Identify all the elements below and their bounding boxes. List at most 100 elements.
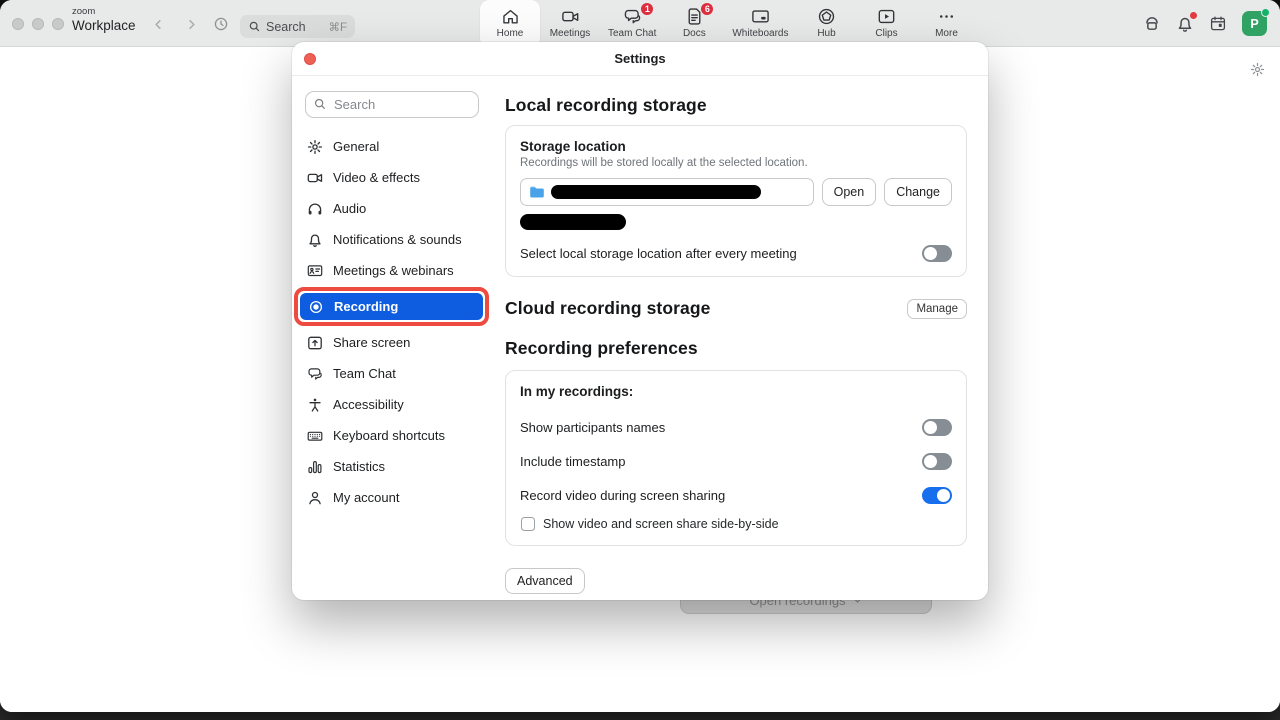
include-timestamp-label: Include timestamp	[520, 454, 626, 469]
select-location-label: Select local storage location after ever…	[520, 246, 797, 261]
settings-dialog: Settings General Video & effects	[292, 42, 988, 600]
zoom-window-button[interactable]	[52, 18, 64, 30]
chevron-right-icon	[184, 17, 199, 32]
brand-zoom: zoom	[72, 7, 136, 17]
show-participants-names-label: Show participants names	[520, 420, 665, 435]
bar-chart-icon	[307, 459, 323, 475]
storage-location-card: Storage location Recordings will be stor…	[505, 125, 967, 277]
calendar-button[interactable]	[1209, 15, 1227, 33]
history-button[interactable]	[211, 14, 231, 34]
side-by-side-label: Show video and screen share side-by-side	[543, 517, 779, 531]
settings-nav-accessibility[interactable]: Accessibility	[305, 389, 497, 420]
tab-more[interactable]: More	[917, 0, 977, 47]
settings-nav-meetings-webinars[interactable]: Meetings & webinars	[305, 255, 497, 286]
nav-label: Accessibility	[333, 397, 404, 412]
settings-sidebar: General Video & effects Audio Notificati…	[292, 77, 497, 600]
settings-nav-recording[interactable]: Recording	[300, 293, 483, 320]
notification-dot	[1190, 12, 1197, 19]
bell-icon	[307, 232, 323, 248]
global-search[interactable]: Search ⌘F	[240, 15, 355, 38]
nav-label: Meetings & webinars	[333, 263, 454, 278]
recording-preferences-card: In my recordings: Show participants name…	[505, 370, 967, 546]
settings-nav-notifications[interactable]: Notifications & sounds	[305, 224, 497, 255]
clips-icon	[877, 5, 896, 27]
tab-clips[interactable]: Clips	[857, 0, 917, 47]
screen: zoom Workplace Search ⌘F Home	[0, 0, 1280, 720]
tab-home[interactable]: Home	[480, 0, 540, 47]
nav-label: General	[333, 139, 379, 154]
side-by-side-checkbox[interactable]	[521, 517, 535, 531]
tab-label: Meetings	[550, 28, 591, 39]
settings-nav-share-screen[interactable]: Share screen	[305, 327, 497, 358]
team-chat-badge: 1	[640, 2, 654, 16]
manage-button[interactable]: Manage	[907, 299, 967, 319]
settings-nav: General Video & effects Audio Notificati…	[305, 131, 497, 513]
device-button[interactable]	[1143, 15, 1161, 33]
settings-nav-team-chat[interactable]: Team Chat	[305, 358, 497, 389]
nav-label: Statistics	[333, 459, 385, 474]
storage-path-field[interactable]	[520, 178, 814, 206]
tab-label: Docs	[683, 28, 706, 39]
tab-team-chat[interactable]: 1 Team Chat	[600, 0, 664, 47]
settings-nav-my-account[interactable]: My account	[305, 482, 497, 513]
close-window-button[interactable]	[12, 18, 24, 30]
nav-label: Share screen	[333, 335, 410, 350]
settings-nav-audio[interactable]: Audio	[305, 193, 497, 224]
tab-label: Hub	[817, 28, 835, 39]
record-video-screen-sharing-label: Record video during screen sharing	[520, 488, 725, 503]
dialog-header: Settings	[292, 42, 988, 76]
settings-nav-general[interactable]: General	[305, 131, 497, 162]
brand-workplace: Workplace	[72, 19, 136, 33]
toolbar-right: P	[1143, 0, 1267, 47]
gear-icon	[307, 139, 323, 155]
folder-icon	[529, 184, 545, 200]
show-participants-names-toggle[interactable]	[922, 419, 952, 436]
hub-icon	[817, 5, 836, 27]
select-location-toggle[interactable]	[922, 245, 952, 262]
record-video-screen-sharing-toggle[interactable]	[922, 487, 952, 504]
search-icon	[248, 20, 261, 33]
keyboard-icon	[307, 428, 323, 444]
change-button[interactable]: Change	[884, 178, 952, 206]
advanced-button[interactable]: Advanced	[505, 568, 585, 594]
settings-gear-icon[interactable]	[1250, 62, 1265, 77]
app-brand: zoom Workplace	[72, 7, 136, 32]
settings-search-input[interactable]	[305, 91, 479, 118]
cloud-recording-heading: Cloud recording storage	[505, 298, 711, 319]
history-icon	[213, 16, 229, 32]
home-icon	[501, 5, 520, 27]
search-shortcut: ⌘F	[328, 20, 347, 34]
notifications-button[interactable]	[1176, 15, 1194, 33]
storage-location-description: Recordings will be stored locally at the…	[520, 157, 952, 169]
storage-location-label: Storage location	[520, 139, 952, 154]
device-icon	[1143, 15, 1161, 33]
back-button[interactable]	[148, 14, 168, 34]
settings-nav-statistics[interactable]: Statistics	[305, 451, 497, 482]
tab-label: Clips	[875, 28, 897, 39]
open-button[interactable]: Open	[822, 178, 877, 206]
include-timestamp-toggle[interactable]	[922, 453, 952, 470]
local-recording-heading: Local recording storage	[505, 95, 967, 116]
avatar[interactable]: P	[1242, 11, 1267, 36]
settings-nav-video-effects[interactable]: Video & effects	[305, 162, 497, 193]
in-my-recordings-label: In my recordings:	[520, 384, 952, 399]
tab-whiteboards[interactable]: Whiteboards	[724, 0, 796, 47]
chevron-left-icon	[151, 17, 166, 32]
meeting-screen-icon	[307, 263, 323, 279]
settings-search	[305, 91, 479, 118]
window-traffic-lights[interactable]	[12, 18, 64, 30]
tab-docs[interactable]: 6 Docs	[664, 0, 724, 47]
settings-nav-keyboard-shortcuts[interactable]: Keyboard shortcuts	[305, 420, 497, 451]
tab-hub[interactable]: Hub	[797, 0, 857, 47]
dialog-close-button[interactable]	[304, 53, 316, 65]
tab-label: Team Chat	[608, 28, 656, 39]
dialog-title: Settings	[614, 51, 665, 66]
nav-label: My account	[333, 490, 399, 505]
more-icon	[937, 5, 956, 27]
record-icon	[308, 299, 324, 315]
forward-button[interactable]	[181, 14, 201, 34]
tab-label: Home	[497, 28, 524, 39]
docs-badge: 6	[700, 2, 714, 16]
minimize-window-button[interactable]	[32, 18, 44, 30]
tab-meetings[interactable]: Meetings	[540, 0, 600, 47]
